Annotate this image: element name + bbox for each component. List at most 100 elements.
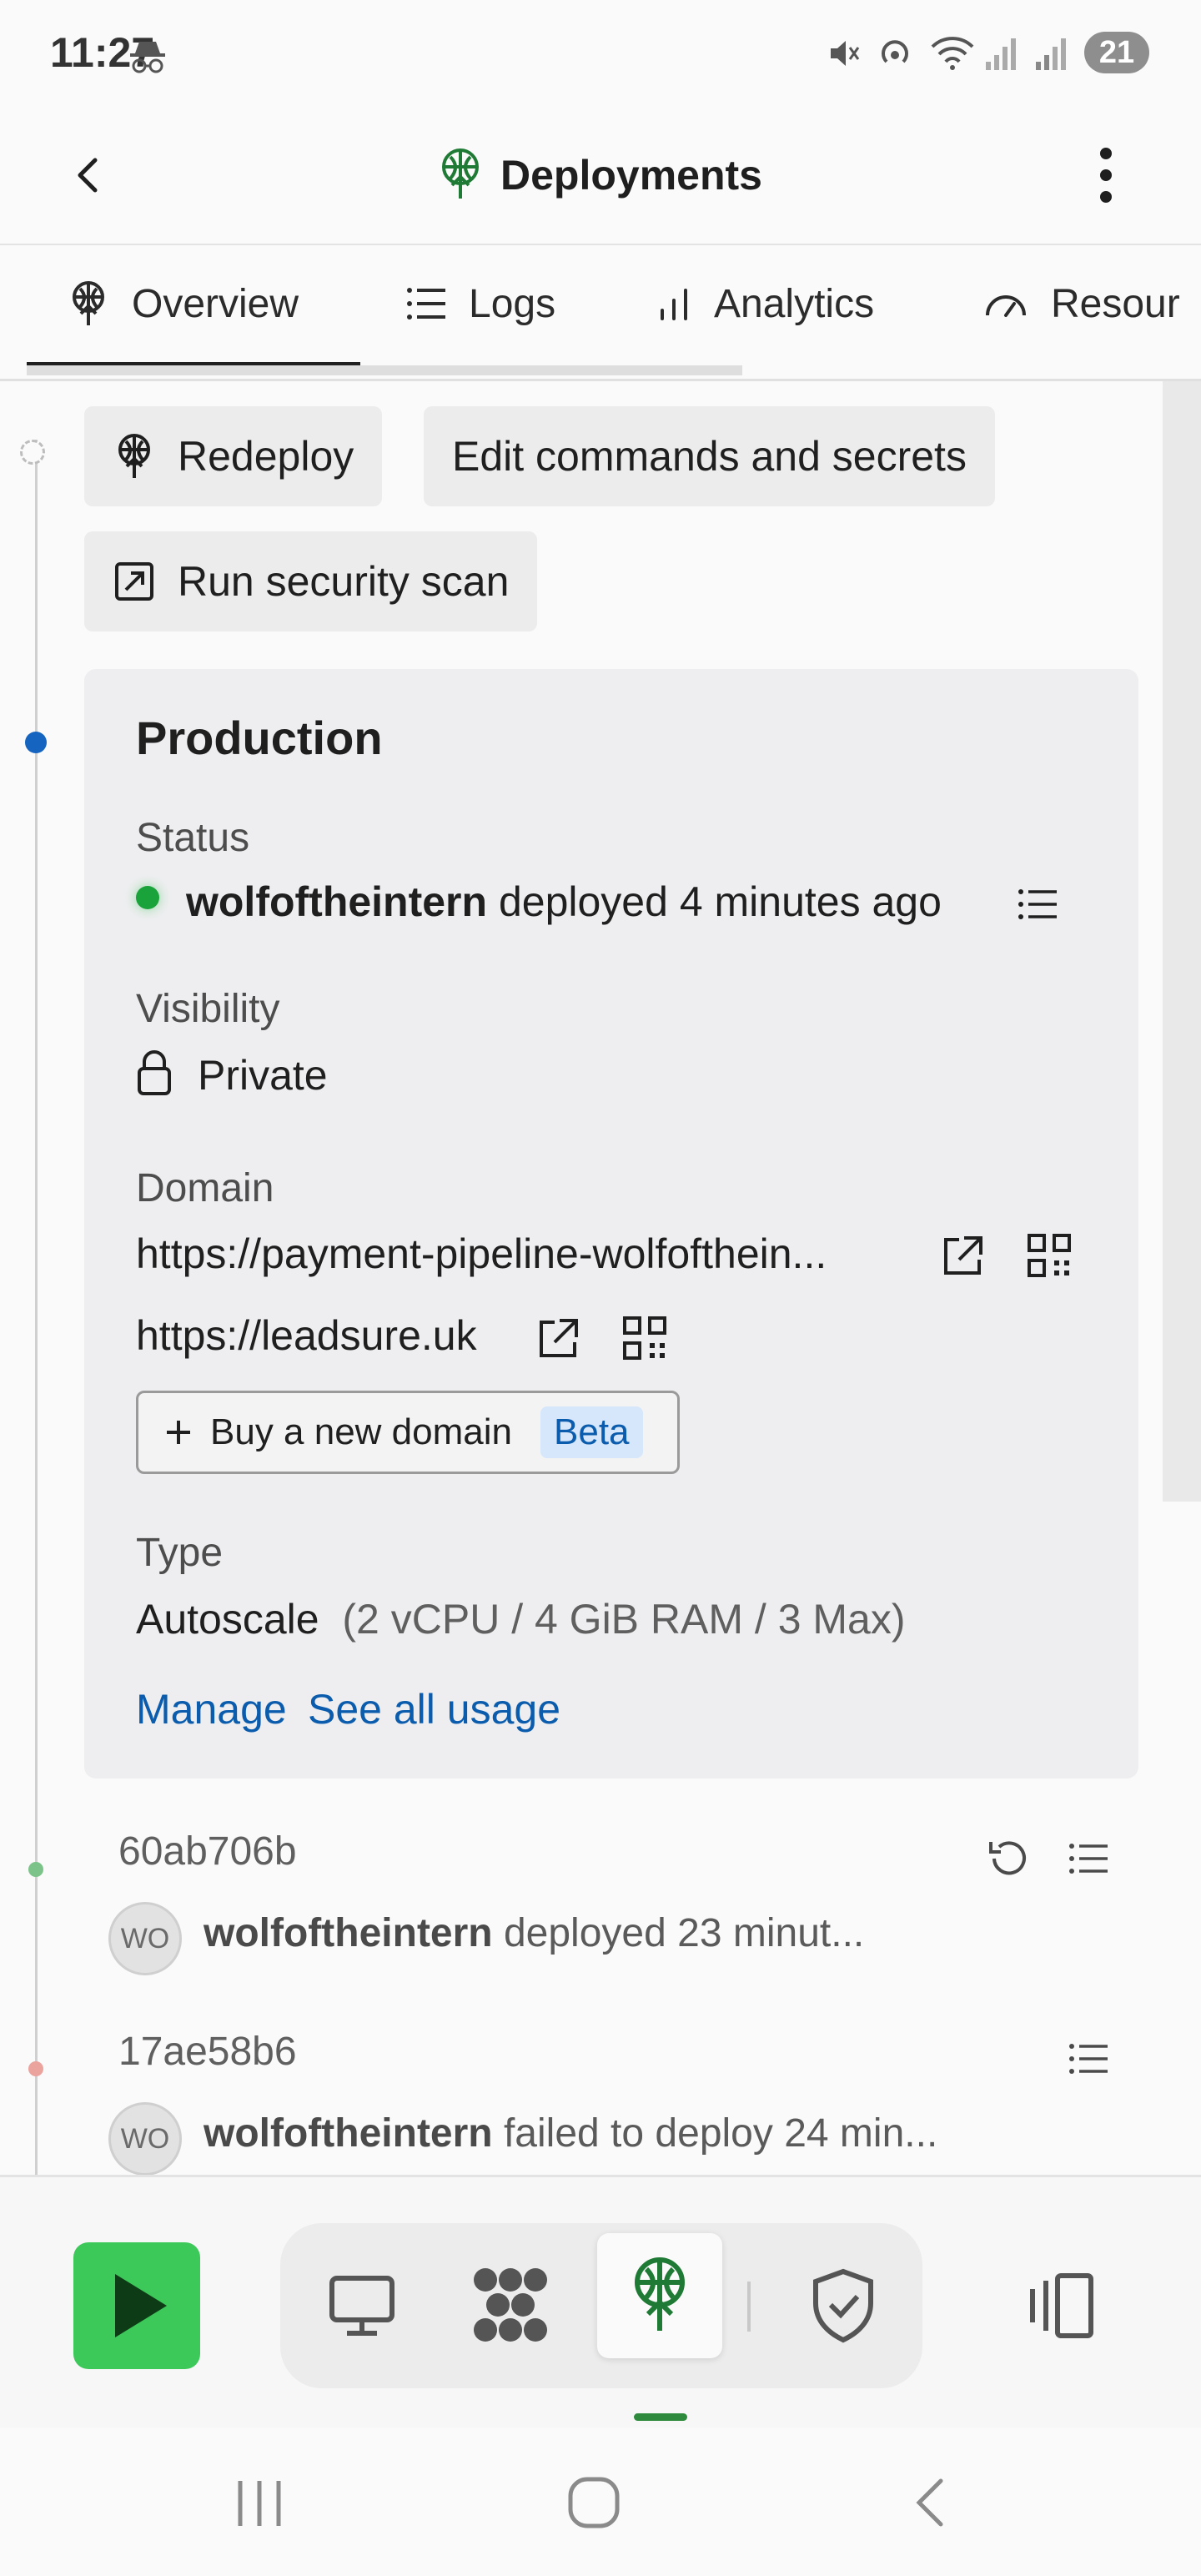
gauge-icon [982, 285, 1029, 322]
beta-badge: Beta [540, 1406, 643, 1458]
mute-icon [826, 35, 862, 72]
button-label: Redeploy [178, 433, 354, 480]
deployments-icon [435, 145, 485, 204]
tab-overview[interactable]: Overview [67, 245, 299, 362]
production-title: Production [136, 712, 383, 764]
list-icon [405, 285, 447, 322]
run-button[interactable] [73, 2242, 200, 2369]
back-nav-icon[interactable] [906, 2473, 956, 2533]
content-scrollbar[interactable] [1163, 381, 1201, 1502]
home-icon[interactable] [564, 2473, 624, 2533]
type-detail: (2 vCPU / 4 GiB RAM / 3 Max) [342, 1596, 906, 1643]
deployments-icon [113, 431, 156, 481]
qr-code-icon[interactable] [622, 1316, 667, 1361]
redeploy-button[interactable]: Redeploy [84, 406, 383, 506]
tab-label: Overview [132, 281, 299, 326]
status-dot [136, 886, 159, 909]
deploy-message: failed to deploy 24 min... [503, 2111, 938, 2156]
type-name: Autoscale [136, 1596, 319, 1643]
tray-divider [747, 2282, 751, 2332]
deploy-message: deployed 23 minut... [503, 1911, 865, 1955]
tab-label: Logs [469, 281, 556, 326]
status-message: deployed 4 minutes ago [498, 878, 942, 925]
external-arrow-icon [113, 560, 156, 603]
tab-analytics[interactable]: Analytics [656, 245, 874, 362]
more-options-icon[interactable] [1089, 133, 1123, 217]
logs-icon[interactable] [1017, 888, 1058, 921]
incognito-icon [127, 35, 168, 77]
timeline-line [35, 440, 38, 2175]
button-label: Edit commands and secrets [452, 433, 967, 480]
signal-icon [982, 35, 1019, 72]
back-button[interactable] [65, 142, 112, 209]
tab-label: Analytics [714, 281, 875, 326]
rollback-icon[interactable] [984, 1834, 1034, 1884]
visibility-value: Private [198, 1052, 328, 1099]
avatar: WO [108, 1902, 182, 1975]
deployments-icon [626, 2254, 693, 2337]
layout-toggle-icon[interactable] [1024, 2269, 1099, 2344]
status-user: wolfoftheintern [186, 878, 488, 925]
manage-link[interactable]: Manage [136, 1685, 287, 1733]
domain-label: Domain [136, 1166, 274, 1210]
app-header: Deployments [0, 108, 1201, 246]
button-label: Run security scan [178, 558, 510, 605]
button-label: Buy a new domain [210, 1411, 512, 1452]
deployments-icon [67, 279, 110, 329]
status-text: wolfoftheintern deployed 4 minutes ago [186, 878, 942, 926]
page-title: Deployments [500, 152, 762, 199]
deployment-history-item[interactable]: 17ae58b6 WO wolfoftheintern failed to de… [68, 2029, 1144, 2175]
tab-label: Resour [1051, 281, 1180, 326]
type-value: Autoscale (2 vCPU / 4 GiB RAM / 3 Max) [136, 1595, 906, 1643]
tool-tray [280, 2223, 922, 2388]
qr-code-icon[interactable] [1027, 1233, 1072, 1278]
workspace-icon[interactable] [469, 2263, 552, 2347]
preview-icon[interactable] [322, 2265, 402, 2345]
deploy-description: wolfoftheintern failed to deploy 24 min.… [204, 2111, 937, 2156]
commit-hash: 17ae58b6 [118, 2030, 297, 2074]
security-scan-button[interactable]: Run security scan [84, 531, 538, 631]
type-label: Type [136, 1531, 224, 1575]
lock-icon [136, 1049, 173, 1097]
bar-chart-icon [656, 285, 692, 322]
logs-icon[interactable] [1068, 1842, 1109, 1875]
timeline-success-dot [28, 1862, 43, 1877]
edit-commands-button[interactable]: Edit commands and secrets [424, 406, 995, 506]
tab-logs[interactable]: Logs [405, 245, 555, 362]
status-bar: 11:27 21 [0, 0, 1201, 108]
deploy-description: wolfoftheintern deployed 23 minut... [204, 1910, 864, 1956]
deploy-user: wolfoftheintern [204, 2111, 493, 2156]
signal-icon [1033, 35, 1069, 72]
deploy-user: wolfoftheintern [204, 1911, 493, 1955]
wifi-icon [929, 33, 976, 72]
external-link-icon[interactable] [535, 1316, 581, 1362]
timeline-failed-dot [28, 2061, 43, 2076]
deployment-history-item[interactable]: 60ab706b WO wolfoftheintern deployed 23 … [68, 1829, 1144, 2020]
active-tool-indicator [634, 2413, 687, 2421]
logs-icon[interactable] [1068, 2042, 1109, 2075]
battery-indicator: 21 [1084, 32, 1149, 73]
buy-domain-button[interactable]: Buy a new domain Beta [136, 1391, 680, 1474]
bottom-toolbar [0, 2175, 1201, 2428]
external-link-icon[interactable] [939, 1233, 986, 1280]
plus-icon [163, 1417, 193, 1447]
deployments-tool-button[interactable] [597, 2233, 722, 2358]
avatar: WO [108, 2102, 182, 2175]
security-icon[interactable] [806, 2265, 881, 2345]
see-usage-link[interactable]: See all usage [308, 1685, 560, 1733]
domain-link[interactable]: https://leadsure.uk [136, 1311, 477, 1360]
hotspot-icon [876, 33, 914, 72]
timeline-current-dot [25, 732, 47, 753]
system-nav-bar [0, 2428, 1201, 2576]
production-card: Production Status wolfoftheintern deploy… [84, 669, 1138, 1779]
deployments-content: Redeploy Edit commands and secrets Run s… [0, 381, 1201, 2175]
tab-resources[interactable]: Resour [982, 245, 1180, 362]
visibility-label: Visibility [136, 987, 280, 1031]
tab-scroll-indicator [27, 365, 742, 375]
timeline-pending-dot [20, 440, 45, 465]
tab-bar: Overview Logs Analytics Resour [0, 245, 1201, 381]
status-label: Status [136, 816, 250, 860]
commit-hash: 60ab706b [118, 1829, 297, 1874]
recent-apps-icon[interactable] [230, 2474, 289, 2533]
domain-link[interactable]: https://payment-pipeline-wolfofthein... [136, 1230, 827, 1278]
